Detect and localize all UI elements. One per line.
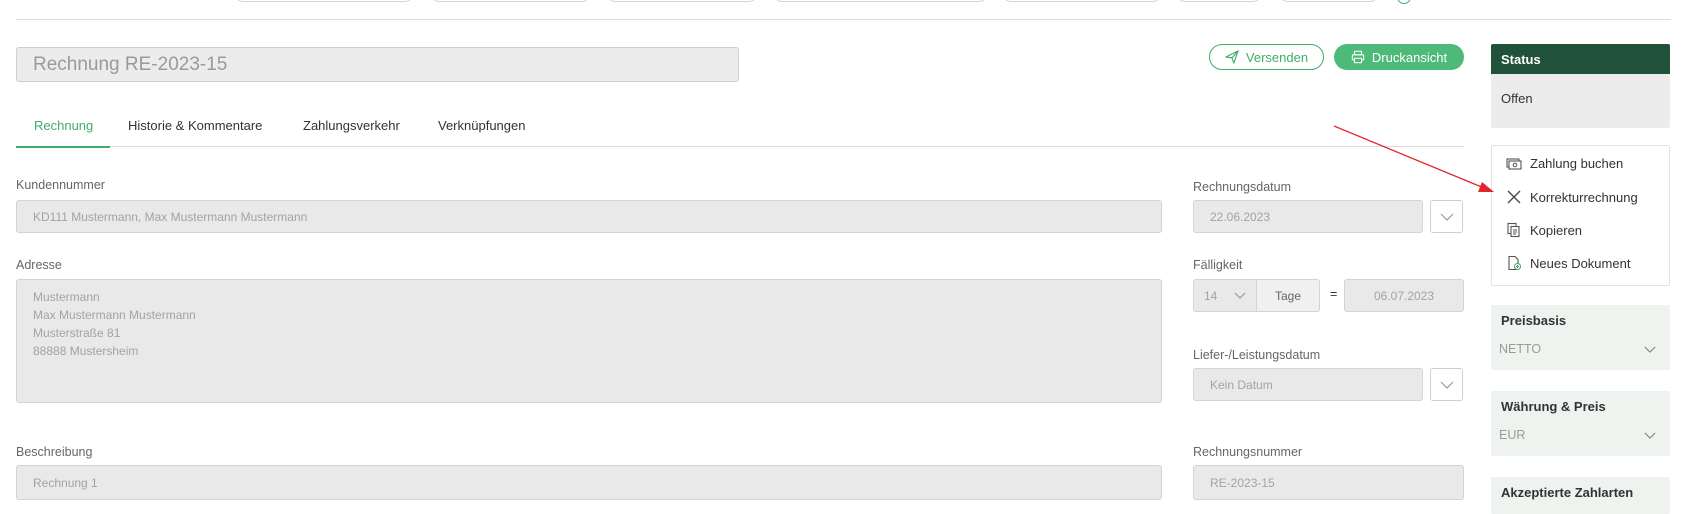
description-field[interactable]: Rechnung 1 bbox=[16, 465, 1162, 500]
invoice-date-picker-button[interactable] bbox=[1430, 200, 1463, 233]
status-value: Offen bbox=[1501, 91, 1533, 106]
tab-zahlungsverkehr[interactable]: Zahlungsverkehr bbox=[303, 109, 400, 147]
tab-verknuepfungen[interactable]: Verknüpfungen bbox=[438, 109, 525, 147]
new-document-icon bbox=[1508, 255, 1522, 271]
new-document-label: Neues Dokument bbox=[1530, 255, 1631, 271]
partial-circle-icon[interactable] bbox=[1397, 0, 1411, 4]
delivery-date-label: Liefer-/Leistungsdatum bbox=[1193, 348, 1321, 362]
due-days-select[interactable]: 14 bbox=[1193, 279, 1257, 312]
due-date-field[interactable]: 06.07.2023 bbox=[1344, 279, 1464, 312]
new-document-action[interactable]: Neues Dokument bbox=[1506, 255, 1630, 271]
toolbar-pill[interactable] bbox=[1177, 0, 1261, 2]
send-button[interactable]: Versenden bbox=[1209, 44, 1324, 70]
address-line: 88888 Mustersheim bbox=[33, 344, 139, 358]
chevron-down-icon bbox=[1440, 213, 1453, 221]
divider bbox=[16, 19, 1671, 20]
paper-plane-icon bbox=[1225, 50, 1239, 64]
price-basis-value: NETTO bbox=[1499, 342, 1542, 356]
customer-label: Kundennummer bbox=[16, 178, 105, 192]
top-toolbar-remnant bbox=[0, 0, 1684, 2]
invoice-number-field[interactable]: RE-2023-15 bbox=[1193, 465, 1464, 500]
send-button-label: Versenden bbox=[1245, 49, 1309, 65]
correction-invoice-label: Korrekturrechnung bbox=[1530, 189, 1638, 205]
address-line: Mustermann bbox=[33, 290, 100, 304]
address-field[interactable]: Mustermann Max Mustermann Mustermann Mus… bbox=[16, 279, 1162, 403]
chevron-down-icon bbox=[1440, 381, 1453, 389]
copy-action[interactable]: Kopieren bbox=[1506, 222, 1582, 238]
payment-methods-title: Akzeptierte Zahlarten bbox=[1501, 485, 1634, 500]
due-days-value: 14 bbox=[1204, 288, 1218, 303]
tab-bar: Rechnung Historie & Kommentare Zahlungsv… bbox=[16, 109, 1464, 148]
copy-label: Kopieren bbox=[1530, 222, 1583, 238]
status-panel: Status Offen bbox=[1491, 44, 1670, 128]
toolbar-pill[interactable] bbox=[1003, 0, 1161, 2]
chevron-down-icon bbox=[1234, 292, 1246, 299]
printer-icon bbox=[1351, 50, 1365, 64]
book-payment-action[interactable]: Zahlung buchen bbox=[1506, 156, 1623, 171]
invoice-date-label: Rechnungsdatum bbox=[1193, 180, 1291, 194]
tab-historie[interactable]: Historie & Kommentare bbox=[128, 109, 262, 147]
delivery-date-picker-button[interactable] bbox=[1430, 368, 1463, 401]
chevron-down-icon bbox=[1644, 432, 1656, 439]
actions-panel: Zahlung buchen Korrekturrechnung Kopiere… bbox=[1491, 145, 1670, 286]
due-equals-sign: = bbox=[1330, 287, 1338, 301]
invoice-date-field[interactable]: 22.06.2023 bbox=[1193, 200, 1423, 233]
book-payment-label: Zahlung buchen bbox=[1530, 156, 1624, 171]
due-label: Fälligkeit bbox=[1193, 258, 1243, 272]
due-unit-label: Tage bbox=[1256, 279, 1320, 312]
document-title-field[interactable]: Rechnung RE-2023-15 bbox=[16, 47, 739, 82]
delivery-date-field[interactable]: Kein Datum bbox=[1193, 368, 1423, 401]
toolbar-pill[interactable] bbox=[431, 0, 590, 2]
cash-icon bbox=[1506, 157, 1522, 170]
status-title: Status bbox=[1491, 44, 1670, 74]
invoice-number-label: Rechnungsnummer bbox=[1193, 445, 1303, 459]
price-basis-select[interactable]: NETTO bbox=[1491, 336, 1670, 362]
toolbar-pill[interactable] bbox=[1280, 0, 1378, 2]
toolbar-pill[interactable] bbox=[235, 0, 413, 2]
chevron-down-icon bbox=[1644, 346, 1656, 353]
address-line: Musterstraße 81 bbox=[33, 326, 121, 340]
description-label: Beschreibung bbox=[16, 445, 93, 459]
print-preview-button[interactable]: Druckansicht bbox=[1334, 44, 1464, 70]
tab-rechnung[interactable]: Rechnung bbox=[16, 109, 110, 148]
print-preview-label: Druckansicht bbox=[1371, 49, 1448, 65]
correction-invoice-action[interactable]: Korrekturrechnung bbox=[1506, 189, 1638, 205]
close-icon bbox=[1507, 190, 1521, 204]
toolbar-pill[interactable] bbox=[607, 0, 757, 2]
currency-title: Währung & Preis bbox=[1501, 399, 1606, 414]
price-basis-title: Preisbasis bbox=[1501, 313, 1567, 328]
address-label: Adresse bbox=[16, 258, 62, 272]
price-basis-panel: Preisbasis NETTO bbox=[1491, 305, 1670, 370]
copy-icon bbox=[1507, 222, 1520, 238]
currency-value: EUR bbox=[1499, 428, 1526, 442]
payment-methods-panel: Akzeptierte Zahlarten bbox=[1491, 477, 1670, 514]
toolbar-pill[interactable] bbox=[774, 0, 987, 2]
currency-select[interactable]: EUR bbox=[1491, 422, 1670, 448]
address-line: Max Mustermann Mustermann bbox=[33, 308, 196, 322]
customer-field[interactable]: KD111 Mustermann, Max Mustermann Musterm… bbox=[16, 200, 1162, 233]
currency-panel: Währung & Preis EUR bbox=[1491, 391, 1670, 456]
